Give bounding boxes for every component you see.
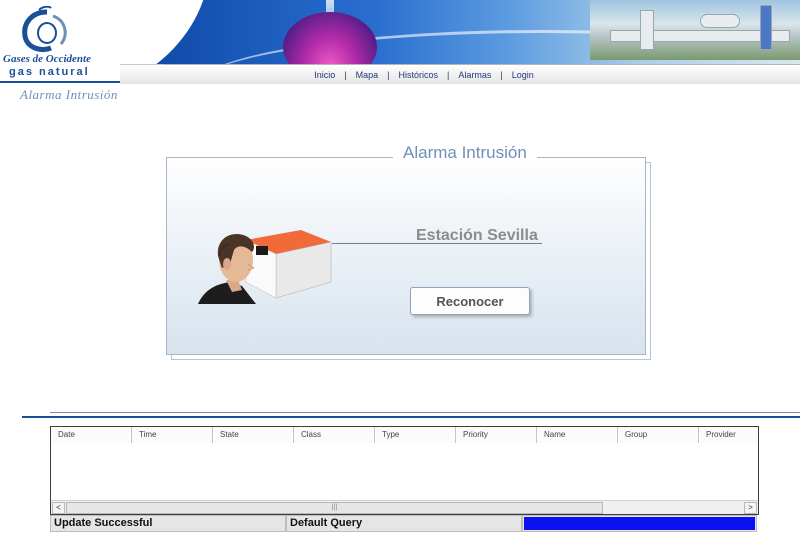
progress-bar	[522, 515, 757, 532]
nav-separator: |	[500, 70, 503, 80]
nav-separator: |	[344, 70, 347, 80]
column-header-date[interactable]: Date	[51, 427, 132, 443]
scroll-thumb[interactable]: |||	[66, 502, 603, 514]
nav-separator: |	[447, 70, 450, 80]
table-header: Date Time State Class Type Priority Name…	[51, 427, 758, 443]
nav-separator: |	[387, 70, 390, 80]
nav-top-line	[163, 64, 800, 65]
section-divider	[50, 412, 800, 413]
progress-fill	[524, 517, 755, 530]
main-nav: Inicio | Mapa | Históricos | Alarmas | Login	[0, 70, 800, 80]
column-header-type[interactable]: Type	[375, 427, 456, 443]
header-banner	[0, 0, 800, 64]
column-header-priority[interactable]: Priority	[456, 427, 537, 443]
horizontal-scrollbar[interactable]: < ||| >	[51, 500, 758, 514]
column-header-state[interactable]: State	[213, 427, 294, 443]
status-message: Update Successful	[50, 515, 286, 532]
station-underline	[332, 243, 542, 244]
section-divider	[22, 416, 800, 418]
alarm-panel-title: Alarma Intrusión	[393, 143, 537, 163]
column-header-provider[interactable]: Provider	[699, 427, 758, 443]
brand-name: Gases de Occidente	[3, 53, 91, 65]
pipe-image	[640, 10, 654, 50]
column-header-time[interactable]: Time	[132, 427, 213, 443]
acknowledge-button[interactable]: Reconocer	[410, 287, 530, 315]
pipe-image	[700, 14, 740, 28]
column-header-name[interactable]: Name	[537, 427, 618, 443]
page-subtitle: Alarma Intrusión	[20, 87, 118, 102]
brand-divider	[0, 81, 120, 83]
column-header-class[interactable]: Class	[294, 427, 375, 443]
scroll-left-icon[interactable]: <	[52, 502, 65, 514]
nav-link-login[interactable]: Login	[512, 70, 534, 80]
pipe-image	[760, 5, 772, 50]
nav-link-mapa[interactable]: Mapa	[356, 70, 379, 80]
nav-link-historicos[interactable]: Históricos	[398, 70, 438, 80]
company-logo-icon	[22, 6, 67, 52]
nav-link-inicio[interactable]: Inicio	[314, 70, 335, 80]
status-bar: Update Successful Default Query	[50, 515, 757, 533]
status-query: Default Query	[286, 515, 522, 532]
alarm-table[interactable]: Date Time State Class Type Priority Name…	[50, 426, 759, 515]
scroll-right-icon[interactable]: >	[744, 502, 757, 514]
nav-link-alarmas[interactable]: Alarmas	[458, 70, 491, 80]
intrusion-person-icon	[198, 230, 332, 304]
column-header-group[interactable]: Group	[618, 427, 699, 443]
